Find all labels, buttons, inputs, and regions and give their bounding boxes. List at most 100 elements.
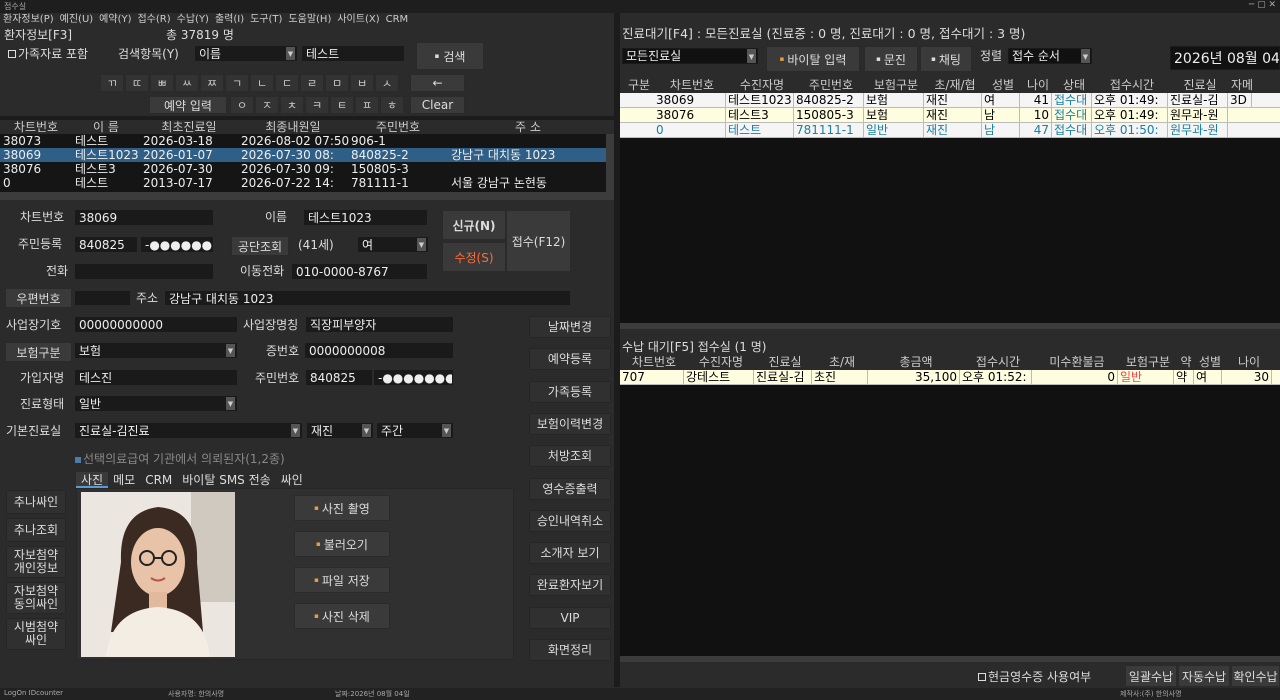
column-header[interactable]: 진료실 <box>756 355 814 369</box>
side-action-button[interactable]: 화면정리 <box>529 639 611 661</box>
key-button[interactable]: ㄴ <box>250 74 274 92</box>
column-header[interactable]: 약 <box>1176 355 1196 369</box>
insurance-type-button[interactable]: 보험구분 <box>5 342 72 362</box>
column-header[interactable]: 총금액 <box>870 355 962 369</box>
column-header[interactable]: 주 소 <box>448 120 608 134</box>
column-header[interactable]: 나이 <box>1022 78 1054 92</box>
column-header[interactable]: 성별 <box>984 78 1022 92</box>
side-action-button[interactable]: 예약등록 <box>529 348 611 371</box>
date-display[interactable]: 2026년 08월 04일 <box>1170 46 1280 70</box>
chat-button[interactable]: ▪ 채팅 <box>920 46 972 72</box>
column-header[interactable]: 최종내원일 <box>238 120 348 134</box>
edit-patient-button[interactable]: 수정(S) <box>442 242 506 272</box>
tab-1[interactable]: 메모 <box>108 472 140 488</box>
key-button[interactable]: ㅍ <box>355 96 379 114</box>
menu-item[interactable]: 접수(R) <box>137 14 170 25</box>
chart-number-field[interactable]: 38069 <box>75 210 213 225</box>
cert-number-field[interactable]: 0000000008 <box>305 343 453 358</box>
column-header[interactable]: 수진자명 <box>686 355 756 369</box>
family-checkbox[interactable]: 가족자료 포함 <box>8 46 88 62</box>
left-action-button[interactable]: 자보첨약 개인정보 <box>6 546 66 578</box>
key-button[interactable]: ㅇ <box>230 96 254 114</box>
side-action-button[interactable]: 완료환자보기 <box>529 574 611 597</box>
side-action-button[interactable]: 소개자 보기 <box>529 542 611 565</box>
menu-item[interactable]: CRM <box>386 14 409 25</box>
column-header[interactable]: 구분 <box>622 78 656 92</box>
column-header[interactable]: 차트번호 <box>656 78 728 92</box>
search-item-select[interactable]: 이름 ▼ <box>195 46 297 61</box>
column-header[interactable]: 접수시간 <box>1094 78 1170 92</box>
column-header[interactable]: 보험구분 <box>1120 355 1176 369</box>
menu-item[interactable]: 사이트(X) <box>337 14 379 25</box>
column-header[interactable]: 주민번호 <box>348 120 448 134</box>
referral-checkbox[interactable]: 선택의료급여 기관에서 의뢰된자(1,2종) <box>75 451 285 467</box>
left-action-button[interactable]: 추나싸인 <box>6 490 66 514</box>
cash-receipt-checkbox[interactable]: 현금영수증 사용여부 <box>978 669 1091 685</box>
column-header[interactable]: 수진자명 <box>728 78 796 92</box>
key-button[interactable]: ㅂ <box>350 74 374 92</box>
table-row[interactable]: 38069 테스트1023 2026-01-07 2026-07-30 08: 8408… <box>0 148 638 162</box>
key-button[interactable]: ㄸ <box>125 74 149 92</box>
key-button[interactable]: ㅆ <box>175 74 199 92</box>
menu-item[interactable]: 도움말(H) <box>288 14 331 25</box>
key-button[interactable]: ㄹ <box>300 74 324 92</box>
column-header[interactable]: 초/재/협 <box>926 78 984 92</box>
key-button[interactable]: ㅈ <box>255 96 279 114</box>
key-button[interactable]: ㄱ <box>225 74 249 92</box>
key-button[interactable]: ㅎ <box>380 96 404 114</box>
waiting-room-select[interactable]: 모든진료실 ▼ <box>622 48 758 64</box>
jumin-front-field[interactable]: 840825 <box>75 237 137 252</box>
payment-row[interactable]: 707 강테스트 진료실-김 초진 35,100 오후 01:52: 0 일반 약 여 30 <box>620 370 1280 385</box>
key-button[interactable]: ㅁ <box>325 74 349 92</box>
waiting-row[interactable]: 38069 테스트1023 840825-2 보험 재진 여 41 접수대 오후 01:49: 진… <box>620 93 1280 108</box>
side-action-button[interactable]: 날짜변경 <box>529 316 611 338</box>
column-header[interactable]: 상태 <box>1054 78 1094 92</box>
sort-select[interactable]: 접수 순서 ▼ <box>1008 48 1092 64</box>
batch-pay-button[interactable]: 일괄수납 <box>1125 665 1177 687</box>
menu-item[interactable]: 환자정보(P) <box>3 14 54 25</box>
photo-action-button[interactable]: ▪ 파일 저장 <box>294 567 390 593</box>
waiting-row[interactable]: 0 테스트 781111-1 일반 재진 남 47 접수대 오후 01:50: 원무과-원 <box>620 123 1280 138</box>
insurance-type-select[interactable]: 보험 ▼ <box>75 343 237 358</box>
key-button[interactable]: ㅋ <box>305 96 329 114</box>
h-scrollbar[interactable] <box>620 656 1280 662</box>
menu-item[interactable]: 예약(Y) <box>99 14 131 25</box>
address-field[interactable]: 강남구 대치동 1023 <box>165 291 570 305</box>
mobile-field[interactable]: 010-0000-8767 <box>292 264 427 279</box>
side-action-button[interactable]: 처방조회 <box>529 445 611 468</box>
window-controls[interactable]: ─ ▢ ✕ <box>1249 0 1276 10</box>
tab-0[interactable]: 사진 <box>76 472 109 488</box>
tab-2[interactable]: CRM <box>140 472 177 488</box>
menu-item[interactable]: 예진(U) <box>60 14 94 25</box>
menu-item[interactable]: 수납(Y) <box>177 14 209 25</box>
menu-item[interactable]: 도구(T) <box>250 14 282 25</box>
table-row[interactable]: 38073테스트2026-03-182026-08-02 07:50906-10… <box>0 134 638 148</box>
sub-jumin-back-field[interactable]: -●●●●●●● <box>374 370 453 385</box>
column-header[interactable]: 미수환불금 <box>1034 355 1120 369</box>
biz-code-field[interactable]: 00000000000 <box>75 317 237 332</box>
side-action-button[interactable]: 보험이력변경 <box>529 412 611 435</box>
visit-select[interactable]: 재진 ▼ <box>307 423 373 438</box>
menu-item[interactable]: 출력(I) <box>215 14 244 25</box>
zipcode-field[interactable] <box>75 291 130 305</box>
column-header[interactable]: 나이 <box>1224 355 1274 369</box>
key-button[interactable]: ㅃ <box>150 74 174 92</box>
gongdan-lookup-button[interactable]: 공단조회 <box>231 236 289 256</box>
photo-action-button[interactable]: ▪ 사진 삭제 <box>294 603 390 629</box>
key-button[interactable]: ㄷ <box>275 74 299 92</box>
h-scrollbar[interactable] <box>620 323 1280 329</box>
search-button[interactable]: ▪ 검색 <box>416 42 484 70</box>
exam-button[interactable]: ▪ 문진 <box>864 46 918 72</box>
key-button[interactable]: ㅅ <box>375 74 399 92</box>
clear-button[interactable]: Clear <box>410 96 465 114</box>
side-action-button[interactable]: VIP <box>529 606 611 629</box>
side-action-button[interactable]: 승인내역취소 <box>529 509 611 532</box>
column-header[interactable]: 최초진료일 <box>140 120 238 134</box>
biz-name-field[interactable]: 직장피부양자 <box>306 317 453 332</box>
column-header[interactable]: 진료실 <box>1170 78 1230 92</box>
left-action-button[interactable]: 추나조회 <box>6 518 66 542</box>
column-header[interactable]: 초/재 <box>814 355 870 369</box>
gender-select[interactable]: 여 ▼ <box>358 237 428 252</box>
side-action-button[interactable]: 영수증출력 <box>529 477 611 500</box>
key-button[interactable]: ㅉ <box>200 74 224 92</box>
